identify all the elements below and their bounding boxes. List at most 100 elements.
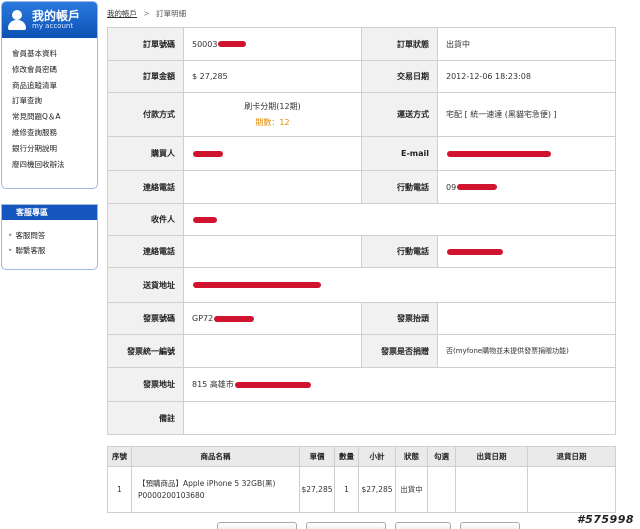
items-header-row: 序號 商品名稱 單價 數量 小計 狀態 勾選 出貨日期 退貨日期 [107, 446, 616, 467]
remark-value [183, 401, 616, 435]
label-payment: 付款方式 [107, 92, 184, 137]
account-header: 我的帳戶 my account [2, 2, 97, 38]
order-amount-value: $ 27,285 [183, 60, 362, 93]
item-ship-date [455, 466, 528, 513]
redaction-mark [447, 150, 551, 157]
order-no-value: 50003 [183, 27, 362, 61]
invoice-no-text: GP72 [192, 314, 214, 323]
tax-id-value [183, 334, 362, 368]
label-invoice-no: 發票號碼 [107, 302, 184, 335]
label-tax-id: 發票統一編號 [107, 334, 184, 368]
order-status-value: 出貨中 [437, 27, 616, 61]
menu-change-password[interactable]: 修改會員密碼 [12, 62, 97, 78]
donate-value: 否(myfone購物並未提供發票捐贈功能) [437, 334, 616, 368]
item-name[interactable]: 【預購商品】Apple iPhone 5 32GB(黑) [138, 478, 299, 490]
label-phone: 連絡電話 [107, 170, 184, 204]
label-trade-date: 交易日期 [361, 60, 438, 93]
col-unit-price: 單價 [299, 446, 335, 467]
account-menu: 會員基本資料 修改會員密碼 商品追蹤清單 訂單查詢 常見問題Q＆A 維修查詢服務… [2, 38, 97, 172]
label-receiver: 收件人 [107, 203, 184, 236]
mobile-text: 09 [446, 182, 457, 192]
invoice-title-value [437, 302, 616, 335]
detail-row: 付款方式 刷卡分期(12期) 期數：12 運送方式 宅配 [ 統一速達 (黑貓宅… [107, 92, 616, 137]
col-subtotal: 小計 [358, 446, 396, 467]
detail-row: 發票號碼 GP72 發票抬頭 [107, 302, 616, 335]
col-status: 狀態 [395, 446, 428, 467]
label-order-no: 訂單號碼 [107, 27, 184, 61]
buyer-value [183, 136, 362, 171]
label-mobile: 行動電話 [361, 170, 438, 204]
col-check: 勾選 [427, 446, 456, 467]
redaction-mark [193, 216, 217, 223]
label-order-amount: 訂單金額 [107, 60, 184, 93]
service-item-contact[interactable]: • 聯繫客服 [8, 243, 97, 258]
item-seq: 1 [107, 466, 132, 513]
action-buttons [217, 522, 520, 529]
menu-bank-installment[interactable]: 銀行分期說明 [12, 141, 97, 157]
account-subtitle: my account [32, 21, 74, 30]
col-seq: 序號 [107, 446, 132, 467]
detail-row: 訂單金額 $ 27,285 交易日期 2012-12-06 18:23:08 [107, 60, 616, 93]
trade-date-value: 2012-12-06 18:23:08 [437, 60, 616, 93]
item-name-cell: 【預購商品】Apple iPhone 5 32GB(黑) P0000200103… [131, 466, 300, 513]
menu-member-profile[interactable]: 會員基本資料 [12, 46, 97, 62]
invoice-address-text: 815 高雄市 [192, 380, 234, 389]
redaction-mark [214, 315, 255, 322]
label-donate: 發票是否捐贈 [361, 334, 438, 368]
label-order-status: 訂單狀態 [361, 27, 438, 61]
detail-row: 連絡電話 行動電話 09 [107, 170, 616, 204]
item-price: $27,285 [299, 466, 335, 513]
detail-row: 發票統一編號 發票是否捐贈 否(myfone購物並未提供發票捐贈功能) [107, 334, 616, 368]
item-code: P0000200103680 [138, 490, 205, 500]
action-button-3[interactable] [395, 522, 451, 529]
item-check[interactable] [427, 466, 456, 513]
service-item-label: 客服問答 [15, 231, 46, 240]
receiver-value [183, 203, 616, 236]
col-return-date: 退貨日期 [527, 446, 616, 467]
service-panel: 客服專區 • 客服問答 • 聯繫客服 [1, 204, 98, 270]
account-panel: 我的帳戶 my account 會員基本資料 修改會員密碼 商品追蹤清單 訂單查… [1, 1, 98, 189]
invoice-no-value: GP72 [183, 302, 362, 335]
action-button-1[interactable] [217, 522, 297, 529]
label-address: 送貨地址 [107, 267, 184, 303]
redaction-mark [457, 184, 498, 190]
redaction-mark [218, 41, 247, 47]
col-quantity: 數量 [334, 446, 359, 467]
detail-row: 送貨地址 [107, 267, 616, 303]
breadcrumb-home-link[interactable]: 我的帳戶 [107, 9, 137, 18]
redaction-mark [234, 381, 311, 388]
action-button-4[interactable] [460, 522, 520, 529]
order-no-text: 50003 [192, 39, 218, 49]
action-button-2[interactable] [306, 522, 386, 529]
label-buyer: 購買人 [107, 136, 184, 171]
menu-faq[interactable]: 常見問題Q＆A [12, 109, 97, 125]
invoice-address-value: 815 高雄市 [183, 367, 616, 402]
table-row: 1 【預購商品】Apple iPhone 5 32GB(黑) P00002001… [107, 466, 616, 513]
item-subtotal: $27,285 [358, 466, 396, 513]
label-remark: 備註 [107, 401, 184, 435]
detail-row: 發票地址 815 高雄市 [107, 367, 616, 402]
service-title: 客服專區 [2, 205, 97, 220]
detail-row: 購買人 E-mail [107, 136, 616, 171]
menu-order-query[interactable]: 訂單查詢 [12, 93, 97, 109]
account-title: 我的帳戶 [32, 8, 81, 23]
breadcrumb-separator: > [143, 9, 150, 18]
payment-value: 刷卡分期(12期) 期數：12 [183, 92, 362, 137]
menu-repair-query[interactable]: 維修查詢服務 [12, 125, 97, 141]
bullet-icon: • [8, 231, 13, 240]
menu-tracking-list[interactable]: 商品追蹤清單 [12, 78, 97, 94]
redaction-mark [447, 248, 503, 255]
mobile-value: 09 [437, 170, 616, 204]
address-value [183, 267, 616, 303]
breadcrumb: 我的帳戶 > 訂單明細 [107, 8, 186, 19]
service-item-qa[interactable]: • 客服問答 [8, 228, 97, 243]
phone-value [183, 170, 362, 204]
detail-row: 備註 [107, 401, 616, 435]
col-product-name: 商品名稱 [131, 446, 300, 467]
detail-row: 連絡電話 行動電話 [107, 235, 616, 268]
menu-recycling[interactable]: 廢四機回收辦法 [12, 157, 97, 173]
shipping-value: 宅配 [ 統一速達 (黑貓宅急便) ] [437, 92, 616, 137]
label-phone2: 連絡電話 [107, 235, 184, 268]
item-return-date [527, 466, 616, 513]
email-value [437, 136, 616, 171]
